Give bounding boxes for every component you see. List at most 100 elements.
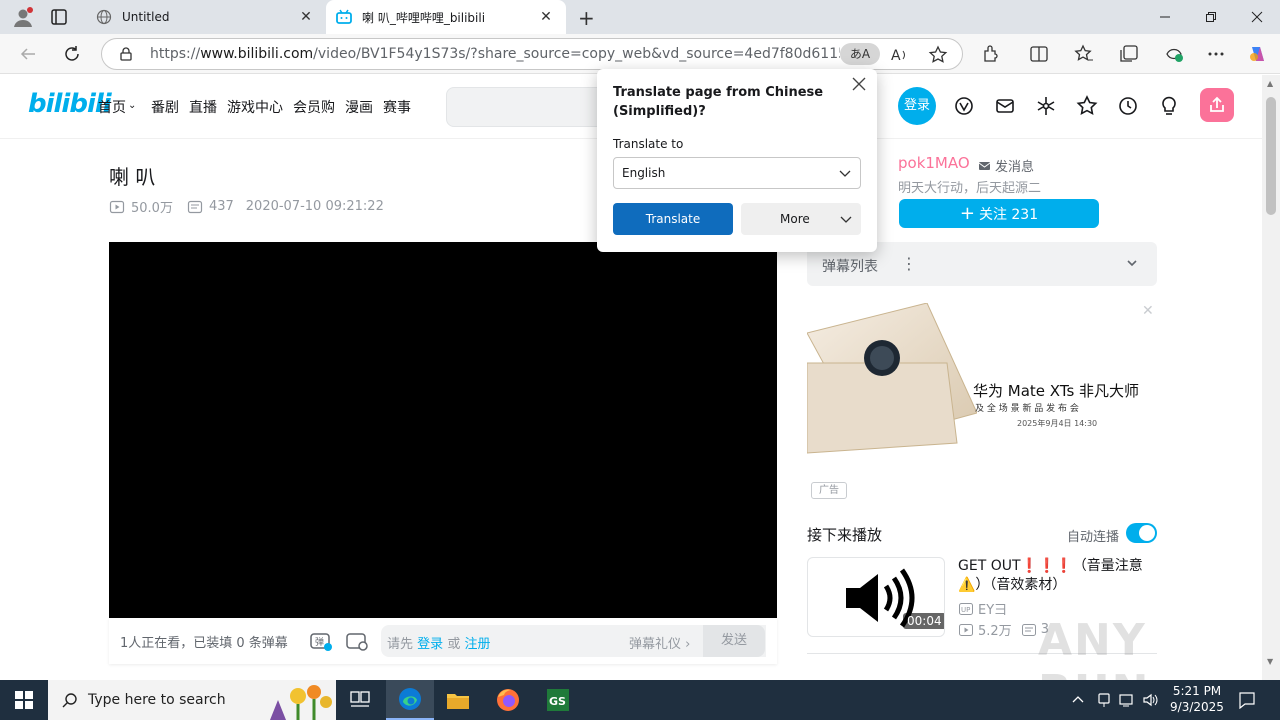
upload-button[interactable] [1200,88,1234,122]
recommended-title[interactable]: GET OUT❗❗❗（音量注意⚠️）（音效素材） [958,557,1148,595]
tab-label: Untitled [122,10,170,24]
history-icon[interactable] [1117,95,1139,117]
chevron-up-icon[interactable] [1071,692,1085,706]
profile-icon[interactable] [12,6,34,28]
nav-mall[interactable]: 会员购 [293,97,335,117]
chevron-down-icon: ⌄ [128,100,137,111]
login-link[interactable]: 登录 [417,637,443,652]
chevron-down-icon [839,212,853,226]
volume-icon[interactable] [1142,692,1160,708]
tab-close-icon[interactable]: ✕ [536,7,556,27]
close-ad-icon[interactable]: ✕ [1142,303,1154,319]
svg-text:UP: UP [961,606,970,614]
new-tab-icon[interactable]: + [578,6,595,30]
follow-button[interactable]: + 关注 231 [899,199,1099,228]
windows-start-icon[interactable] [0,680,48,720]
nav-game-center[interactable]: 游戏中心 [227,97,283,117]
video-player[interactable] [109,242,777,618]
language-select[interactable]: English [613,157,861,189]
firefox-icon[interactable] [484,680,532,720]
up-badge-icon: UP [959,602,973,615]
publish-date: 2020-07-10 09:21:22 [245,199,384,214]
video-duration: 00:04 [903,613,944,629]
uploader-bio: 明天大行动，后天起源二 [898,181,1042,196]
login-button[interactable]: 登录 [898,87,936,125]
more-menu-icon[interactable] [1202,40,1230,68]
nav-home[interactable]: 首页 [98,97,126,117]
refresh-icon[interactable] [58,40,86,68]
nav-anime[interactable]: 番剧 [151,97,179,117]
creation-bulb-icon[interactable] [1158,95,1180,117]
close-window-icon[interactable] [1234,0,1280,34]
ad-banner[interactable]: ✕ 华为 Mate XTs 非凡大师 及 全 场 景 新 品 发 布 会 202… [807,303,1157,503]
task-view-icon[interactable] [336,680,384,720]
taskbar-search-box[interactable]: Type here to search [48,680,336,720]
search-input[interactable] [446,87,606,127]
send-danmaku-button[interactable]: 发送 [703,625,765,657]
nav-manga[interactable]: 漫画 [345,97,373,117]
tab-label: 喇 叭_哔哩哔哩_bilibili [362,10,486,25]
tab-close-icon[interactable]: ✕ [296,7,316,27]
tab-untitled[interactable]: Untitled ✕ [86,0,326,34]
address-bar[interactable]: https://www.bilibili.com/video/BV1F54y1S… [101,38,963,70]
split-screen-icon[interactable] [1025,40,1053,68]
ad-subtitle: 及 全 场 景 新 品 发 布 会 [975,404,1079,414]
uploader-name[interactable]: pok1MAO [898,154,970,172]
favorite-star-icon[interactable] [1076,95,1098,117]
send-message-link[interactable]: 发消息 [978,156,1034,175]
back-arrow-icon[interactable] [14,40,42,68]
recommended-author[interactable]: UP EY彐 [959,599,1007,618]
browser-tab-bar: Untitled ✕ 喇 叭_哔哩哔哩_bilibili ✕ + [0,0,1280,34]
danmaku-count: 437 [208,199,234,214]
favorite-star-icon[interactable] [928,45,948,65]
taskbar-edge-icon[interactable] [386,680,434,720]
danmaku-count-icon [187,200,203,213]
scroll-down-icon: ▼ [1267,657,1274,666]
collections-icon[interactable] [1115,40,1143,68]
chevron-down-icon[interactable] [1125,256,1139,270]
more-button[interactable]: More [741,203,861,235]
autoplay-toggle[interactable] [1126,523,1157,543]
vip-icon[interactable] [953,95,975,117]
close-icon[interactable] [852,77,866,91]
bilibili-tv-icon [336,9,352,25]
tab-bilibili[interactable]: 喇 叭_哔哩哔哩_bilibili ✕ [326,0,566,34]
greenshot-icon[interactable]: GS [534,680,582,720]
restore-icon[interactable] [1188,0,1234,34]
network-device-icon[interactable] [1096,692,1112,708]
browser-essentials-icon[interactable] [1160,40,1188,68]
lock-icon[interactable] [118,46,134,62]
extensions-icon[interactable] [977,40,1005,68]
danmaku-settings-icon[interactable] [345,630,369,652]
file-explorer-icon[interactable] [434,680,482,720]
danmaku-etiquette-link[interactable]: 弹幕礼仪 › [629,633,690,652]
nav-esports[interactable]: 赛事 [383,97,411,117]
nav-live[interactable]: 直播 [189,97,217,117]
tab-actions-icon[interactable] [50,8,68,26]
page-scrollbar[interactable]: ▲ ▼ [1262,75,1280,680]
svg-text:A: A [891,48,901,64]
recommended-thumbnail[interactable]: 00:04 [807,557,945,637]
more-options-icon[interactable]: ⋮ [901,254,917,273]
selected-language: English [622,166,666,180]
browser-toolbar: https://www.bilibili.com/video/BV1F54y1S… [0,34,1280,74]
dynamic-icon[interactable] [1035,95,1057,117]
taskbar-clock[interactable]: 5:21 PM 9/3/2025 [1168,683,1226,715]
chevron-down-icon [838,166,852,180]
translate-button[interactable]: Translate [613,203,733,235]
register-link[interactable]: 注册 [464,637,490,652]
ad-badge: 广告 [811,482,847,499]
read-aloud-icon[interactable]: A [890,46,908,64]
wifi-icon[interactable] [1118,692,1136,708]
favorites-icon[interactable] [1070,40,1098,68]
danmaku-toggle-icon[interactable]: 弹 [309,630,333,652]
message-icon[interactable] [994,95,1016,117]
scrollbar-thumb[interactable] [1266,97,1276,215]
translate-icon[interactable]: あA [840,43,880,65]
copilot-icon[interactable] [1244,40,1272,68]
minimize-icon[interactable] [1142,0,1188,34]
watching-count: 1人正在看，已装填 0 条弹幕 [120,636,288,651]
notification-icon[interactable] [1238,691,1256,709]
danmaku-prompt: 请先 登录 或 注册 [387,637,491,652]
play-count-icon [959,623,973,636]
